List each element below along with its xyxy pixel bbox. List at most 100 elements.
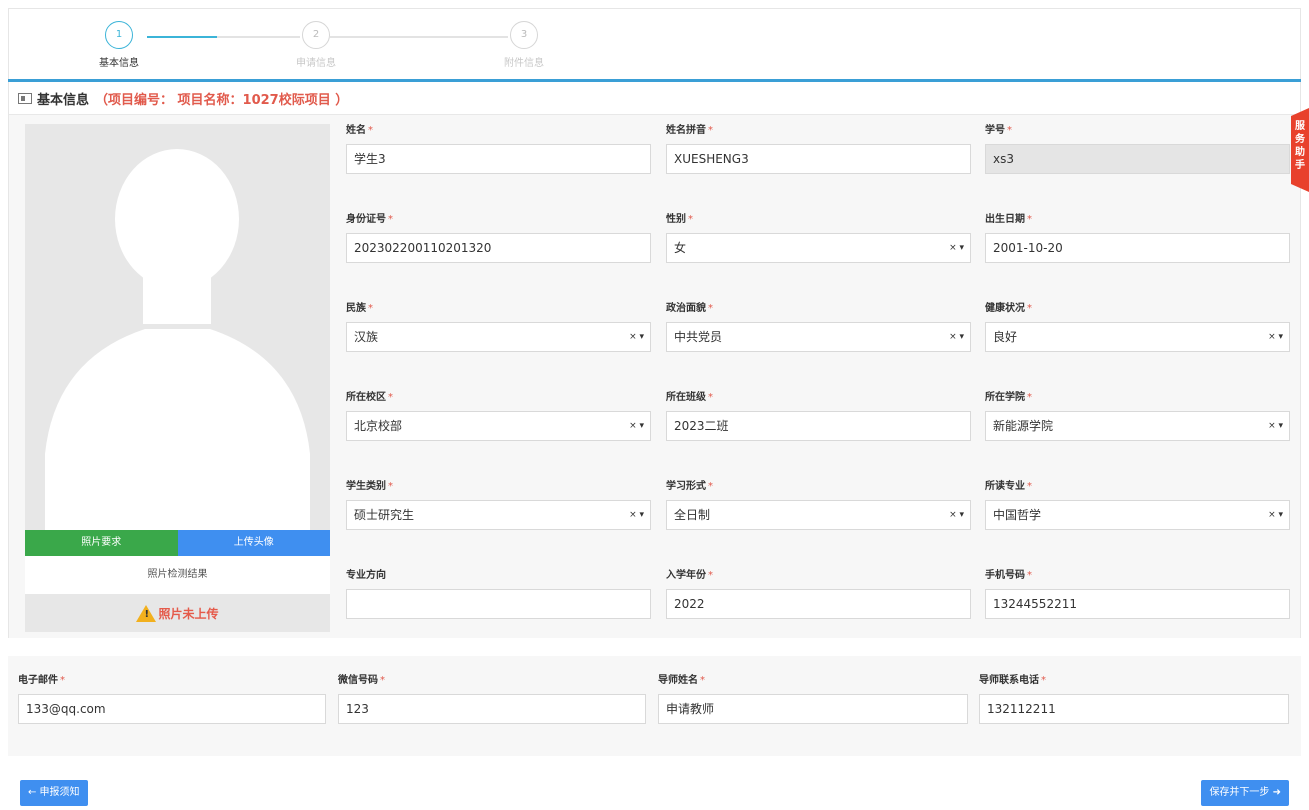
select-value: 硕士研究生 bbox=[354, 508, 415, 522]
clear-dropdown-icon[interactable]: × ▾ bbox=[1268, 412, 1283, 440]
required-marker: * bbox=[1027, 481, 1032, 492]
clear-dropdown-icon[interactable]: × ▾ bbox=[949, 234, 964, 262]
step-number: 3 bbox=[510, 21, 538, 49]
required-marker: * bbox=[708, 303, 713, 314]
select-value: 新能源学院 bbox=[993, 419, 1054, 433]
political-select[interactable]: 中共党员 × ▾ bbox=[666, 322, 971, 352]
gender-select[interactable]: 女 × ▾ bbox=[666, 233, 971, 263]
required-marker: * bbox=[1027, 303, 1032, 314]
select-value: 良好 bbox=[993, 330, 1018, 344]
required-marker: * bbox=[388, 214, 393, 225]
tutor-phone-input[interactable]: 132112211 bbox=[979, 694, 1289, 724]
pinyin-input[interactable]: XUESHENG3 bbox=[666, 144, 971, 174]
application-form-page: 1 基本信息 2 申请信息 3 附件信息 基本信息 （项目编号： 项目名称：10… bbox=[0, 0, 1309, 810]
tutor-phone-field: 导师联系电话 * 132112211 bbox=[979, 674, 1289, 724]
select-value: 全日制 bbox=[674, 508, 711, 522]
step-label: 申请信息 bbox=[296, 58, 336, 69]
basic-info-panel: 基本信息 （项目编号： 项目名称：1027校际项目 ） 照片要求 上传头像 照片… bbox=[8, 82, 1301, 638]
pinyin-field: 姓名拼音 * XUESHENG3 bbox=[666, 124, 971, 174]
step-number: 2 bbox=[302, 21, 330, 49]
project-info: （项目编号： 项目名称：1027校际项目 ） bbox=[95, 92, 349, 108]
clear-dropdown-icon[interactable]: × ▾ bbox=[1268, 501, 1283, 529]
student-id-field: 学号 * xs3 bbox=[985, 124, 1290, 174]
ethnicity-field: 民族 * 汉族 × ▾ bbox=[346, 302, 651, 352]
campus-select[interactable]: 北京校部 × ▾ bbox=[346, 411, 651, 441]
clear-dropdown-icon[interactable]: × ▾ bbox=[629, 412, 644, 440]
wechat-field: 微信号码 * 123 bbox=[338, 674, 646, 724]
progress-stepper: 1 基本信息 2 申请信息 3 附件信息 bbox=[8, 8, 1301, 80]
class-input[interactable]: 2023二班 bbox=[666, 411, 971, 441]
step-number: 1 bbox=[105, 21, 133, 49]
required-marker: * bbox=[60, 675, 65, 686]
clear-dropdown-icon[interactable]: × ▾ bbox=[949, 501, 964, 529]
clear-dropdown-icon[interactable]: × ▾ bbox=[1268, 323, 1283, 351]
service-assistant-tab[interactable]: 服务助手 bbox=[1291, 108, 1309, 192]
name-input[interactable]: 学生3 bbox=[346, 144, 651, 174]
panel-header: 基本信息 （项目编号： 项目名称：1027校际项目 ） bbox=[9, 82, 1300, 115]
step-basic-info[interactable]: 1 基本信息 bbox=[89, 21, 149, 69]
field-label: 政治面貌 bbox=[666, 303, 706, 314]
select-value: 中共党员 bbox=[674, 330, 723, 344]
political-field: 政治面貌 * 中共党员 × ▾ bbox=[666, 302, 971, 352]
clear-dropdown-icon[interactable]: × ▾ bbox=[629, 501, 644, 529]
select-value: 汉族 bbox=[354, 330, 379, 344]
declaration-notice-button[interactable]: ← 申报须知 bbox=[20, 780, 88, 806]
required-marker: * bbox=[1041, 675, 1046, 686]
clear-dropdown-icon[interactable]: × ▾ bbox=[629, 323, 644, 351]
study-mode-field: 学习形式 * 全日制 × ▾ bbox=[666, 480, 971, 530]
direction-input[interactable] bbox=[346, 589, 651, 619]
direction-field: 专业方向 bbox=[346, 569, 651, 619]
photo-requirements-button[interactable]: 照片要求 bbox=[25, 530, 178, 556]
save-and-next-button[interactable]: 保存并下一步 ➜ bbox=[1201, 780, 1289, 806]
clear-dropdown-icon[interactable]: × ▾ bbox=[949, 323, 964, 351]
warning-icon: ! bbox=[136, 604, 157, 622]
birth-date-field: 出生日期 * 2001-10-20 bbox=[985, 213, 1290, 263]
enroll-year-field: 入学年份 * 2022 bbox=[666, 569, 971, 619]
major-field: 所读专业 * 中国哲学 × ▾ bbox=[985, 480, 1290, 530]
step-apply-info[interactable]: 2 申请信息 bbox=[286, 21, 346, 69]
person-silhouette-icon bbox=[45, 149, 310, 530]
study-mode-select[interactable]: 全日制 × ▾ bbox=[666, 500, 971, 530]
birth-date-input[interactable]: 2001-10-20 bbox=[985, 233, 1290, 263]
campus-field: 所在校区 * 北京校部 × ▾ bbox=[346, 391, 651, 441]
required-marker: * bbox=[688, 214, 693, 225]
panel-title: 基本信息 bbox=[37, 92, 90, 108]
required-marker: * bbox=[1027, 570, 1032, 581]
field-label: 民族 bbox=[346, 303, 366, 314]
required-marker: * bbox=[368, 303, 373, 314]
step-label: 基本信息 bbox=[99, 58, 139, 69]
gender-field: 性别 * 女 × ▾ bbox=[666, 213, 971, 263]
required-marker: * bbox=[1027, 214, 1032, 225]
tutor-name-field: 导师姓名 * 申请教师 bbox=[658, 674, 968, 724]
phone-input[interactable]: 13244552211 bbox=[985, 589, 1290, 619]
select-value: 中国哲学 bbox=[993, 508, 1042, 522]
upload-avatar-button[interactable]: 上传头像 bbox=[177, 530, 330, 556]
email-input[interactable]: 133@qq.com bbox=[18, 694, 326, 724]
photo-status-text: 照片未上传 bbox=[158, 606, 219, 621]
ethnicity-select[interactable]: 汉族 × ▾ bbox=[346, 322, 651, 352]
select-value: 北京校部 bbox=[354, 419, 403, 433]
step-connector bbox=[330, 36, 508, 38]
field-label: 入学年份 bbox=[666, 570, 706, 581]
required-marker: * bbox=[388, 392, 393, 403]
step-attachment-info[interactable]: 3 附件信息 bbox=[494, 21, 554, 69]
required-marker: * bbox=[708, 392, 713, 403]
wechat-input[interactable]: 123 bbox=[338, 694, 646, 724]
student-id-input: xs3 bbox=[985, 144, 1290, 174]
field-label: 学号 bbox=[985, 125, 1005, 136]
field-label: 所在班级 bbox=[666, 392, 706, 403]
required-marker: * bbox=[700, 675, 705, 686]
health-select[interactable]: 良好 × ▾ bbox=[985, 322, 1290, 352]
major-select[interactable]: 中国哲学 × ▾ bbox=[985, 500, 1290, 530]
id-number-input[interactable]: 202302200110201320 bbox=[346, 233, 651, 263]
required-marker: * bbox=[708, 125, 713, 136]
field-label: 导师联系电话 bbox=[979, 675, 1039, 686]
student-type-select[interactable]: 硕士研究生 × ▾ bbox=[346, 500, 651, 530]
field-label: 微信号码 bbox=[338, 675, 378, 686]
tutor-name-input[interactable]: 申请教师 bbox=[658, 694, 968, 724]
photo-check-result: ! 照片未上传 bbox=[25, 594, 330, 632]
college-select[interactable]: 新能源学院 × ▾ bbox=[985, 411, 1290, 441]
enroll-year-input[interactable]: 2022 bbox=[666, 589, 971, 619]
college-field: 所在学院 * 新能源学院 × ▾ bbox=[985, 391, 1290, 441]
step-connector-done bbox=[147, 36, 217, 38]
